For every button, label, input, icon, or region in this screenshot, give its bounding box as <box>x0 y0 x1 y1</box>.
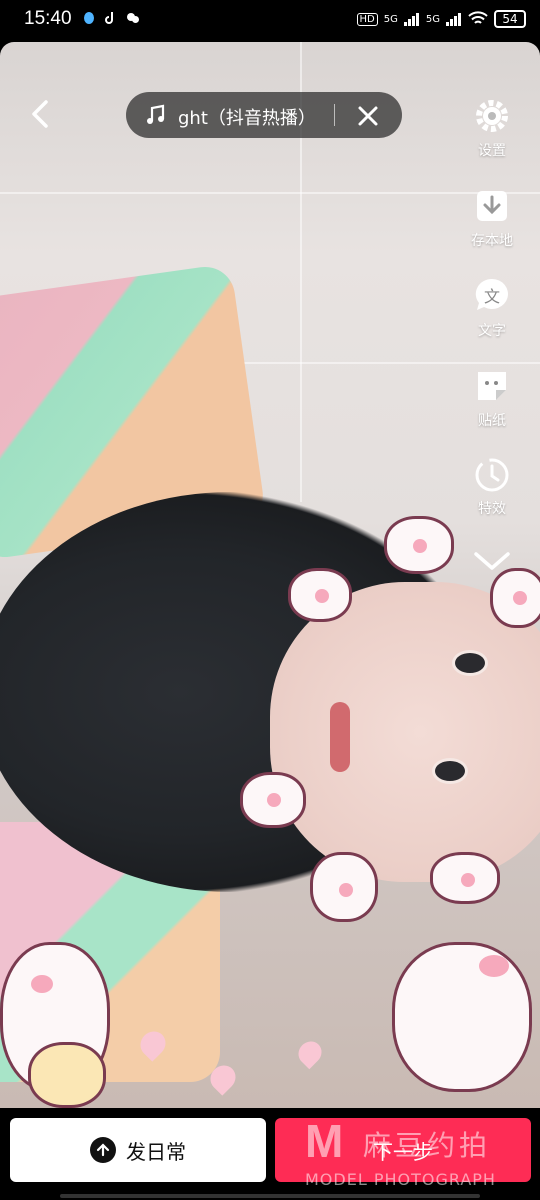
download-icon <box>477 191 507 221</box>
music-note-icon <box>147 104 165 124</box>
settings-label: 设置 <box>478 143 506 159</box>
next-step-label: 下一步 <box>373 1139 433 1164</box>
bunny-sticker[interactable] <box>384 516 454 574</box>
text-button[interactable]: 文 文字 <box>460 276 524 340</box>
next-step-button[interactable]: 下一步 <box>275 1118 531 1182</box>
sticker-label: 贴纸 <box>478 413 506 429</box>
music-title: ght（抖音热播） <box>178 108 310 129</box>
home-indicator[interactable] <box>60 1194 480 1198</box>
photo-lips <box>330 702 350 772</box>
signal-icon <box>403 13 419 26</box>
text-bubble-icon: 文 <box>475 278 508 310</box>
photo-preview[interactable] <box>0 42 540 1108</box>
battery-indicator: 54 <box>494 10 526 28</box>
effects-button[interactable]: 特效 <box>460 454 524 518</box>
bunny-sticker[interactable] <box>310 852 378 922</box>
bottom-action-bar: 发日常 下一步 <box>0 1108 540 1200</box>
qq-icon <box>84 12 94 24</box>
bunny-sticker[interactable] <box>490 568 540 628</box>
close-icon[interactable] <box>356 104 380 128</box>
bunny-sticker-large[interactable] <box>392 942 532 1092</box>
chevron-down-icon[interactable] <box>470 546 514 576</box>
network-label-2: 5G <box>425 13 440 25</box>
save-local-label: 存本地 <box>471 233 513 249</box>
post-daily-label: 发日常 <box>126 1139 186 1164</box>
tiktok-icon <box>105 12 113 24</box>
sticker-button[interactable]: 贴纸 <box>460 366 524 430</box>
settings-button[interactable]: 设置 <box>460 96 524 160</box>
photo-face <box>270 582 540 882</box>
effects-timer-icon <box>475 458 509 492</box>
svg-text:文: 文 <box>484 287 500 306</box>
post-daily-button[interactable]: 发日常 <box>10 1118 266 1182</box>
hd-label: HD <box>356 12 378 26</box>
bunny-sticker[interactable] <box>288 568 352 622</box>
status-time: 15:40 <box>24 8 72 29</box>
wifi-icon <box>468 11 488 24</box>
photo-eye <box>452 650 488 676</box>
effects-label: 特效 <box>478 501 506 517</box>
status-indicators: HD 5G 5G 54 <box>356 10 526 28</box>
save-local-button[interactable]: 存本地 <box>460 186 524 250</box>
status-bar: 15:40 HD 5G 5G 54 <box>0 0 540 42</box>
signal-icon-2 <box>446 13 461 26</box>
gear-icon <box>476 100 508 132</box>
bunny-sticker[interactable] <box>240 772 306 828</box>
arrow-up-icon <box>90 1137 116 1163</box>
heart-sticker <box>293 1036 327 1070</box>
sticker-icon <box>478 372 506 400</box>
photo-eye <box>432 758 468 784</box>
bunny-sticker[interactable] <box>430 852 500 904</box>
duck-sticker[interactable] <box>28 1042 106 1108</box>
back-chevron-left-icon[interactable] <box>24 96 60 132</box>
wechat-icon <box>127 13 139 23</box>
text-label: 文字 <box>478 323 506 339</box>
status-app-icons <box>82 11 140 25</box>
network-label-1: 5G <box>383 13 398 25</box>
pill-divider <box>334 104 335 126</box>
